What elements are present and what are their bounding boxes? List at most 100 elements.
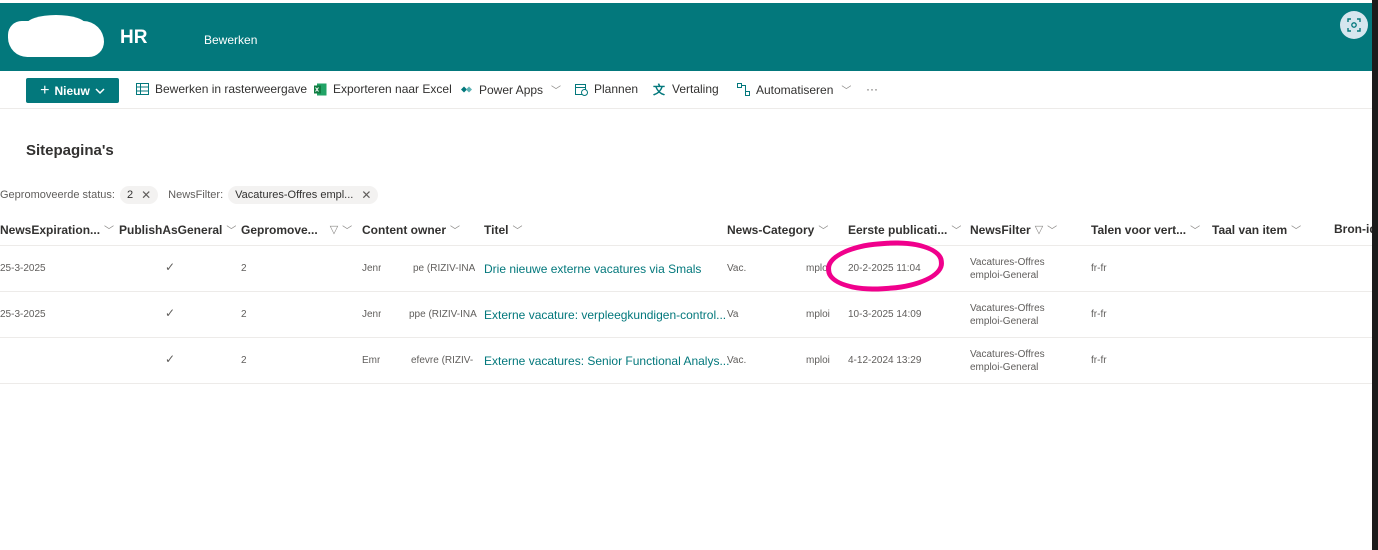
automate-label: Automatiseren (756, 82, 834, 97)
table-row[interactable]: 25-3-2025 ✓ 2 Jenr ppe (RIZIV-INA Extern… (0, 292, 1372, 338)
cell-promoted: 2 (241, 355, 247, 366)
column-header-title[interactable]: Titel ﹀ (484, 222, 523, 238)
cell-expiration: 25-3-2025 (0, 263, 46, 274)
cell-title-link[interactable]: Externe vacature: verpleegkundigen-contr… (484, 308, 726, 322)
cell-newsfilter: Vacatures-Offres emploi-General (970, 349, 1045, 373)
column-header-source-id[interactable]: Bron-id (1334, 222, 1372, 236)
column-header-promoted[interactable]: Gepromove... ▽ ﹀ (241, 222, 353, 238)
checkmark-icon: ✓ (165, 260, 176, 274)
edit-link[interactable]: Bewerken (204, 33, 257, 47)
export-excel-label: Exporteren naar Excel (333, 82, 452, 96)
cell-languages: fr-fr (1091, 263, 1107, 274)
site-header: HR Bewerken (0, 3, 1372, 71)
new-button[interactable]: + Nieuw (26, 78, 119, 103)
checkmark-icon: ✓ (165, 352, 176, 366)
active-filters: Gepromoveerde status: 2 ✕ NewsFilter: Va… (0, 184, 388, 206)
focus-icon (1347, 18, 1361, 32)
cell-category-a: Vac. (727, 263, 747, 274)
plus-icon: + (40, 81, 50, 99)
newsfilter-filter-label: NewsFilter: (168, 189, 224, 201)
grid-icon (135, 82, 149, 96)
cell-owner-b: efevre (RIZIV- (411, 355, 474, 366)
page-title: Sitepagina's (26, 142, 114, 159)
cell-languages: fr-fr (1091, 355, 1107, 366)
chevron-down-icon: ﹀ (818, 226, 829, 237)
cell-owner-b: ppe (RIZIV-INA (409, 309, 477, 320)
cell-title-link[interactable]: Drie nieuwe externe vacatures via Smals (484, 262, 701, 276)
column-header-newsfilter[interactable]: NewsFilter ▽ ﹀ (970, 222, 1058, 238)
cell-newsfilter: Vacatures-Offres emploi-General (970, 257, 1045, 281)
chevron-down-icon: ﹀ (450, 226, 460, 237)
planner-button[interactable]: Plannen (574, 82, 638, 96)
checkmark-icon: ✓ (165, 306, 176, 320)
command-bar: + Nieuw Bewerken in rasterweergave Expor… (0, 71, 1372, 109)
chevron-down-icon: ﹀ (104, 226, 115, 237)
filter-icon: ▽ (329, 224, 339, 236)
planner-icon (574, 82, 588, 96)
cell-newsfilter: Vacatures-Offres emploi-General (970, 303, 1045, 327)
cell-title-link[interactable]: Externe vacatures: Senior Functional Ana… (484, 354, 729, 368)
planner-label: Plannen (594, 82, 639, 96)
column-header-first-published[interactable]: Eerste publicati... ﹀ (848, 222, 962, 238)
chevron-down-icon: ﹀ (551, 86, 562, 97)
translation-button[interactable]: 文 Vertaling (652, 82, 719, 97)
column-header-publish-as-general[interactable]: PublishAsGeneral ﹀ (119, 222, 237, 238)
translate-icon: 文 (652, 82, 665, 97)
more-options-button[interactable]: ··· (866, 82, 878, 96)
cell-owner-a: Jenr (362, 263, 382, 274)
cell-languages: fr-fr (1091, 309, 1107, 320)
export-excel-button[interactable]: Exporteren naar Excel (313, 82, 452, 96)
column-header-content-owner[interactable]: Content owner ﹀ (362, 222, 460, 238)
newsfilter-filter-value: Vacatures-Offres empl... (235, 189, 354, 201)
close-icon[interactable]: ✕ (361, 188, 371, 202)
chevron-down-icon: ﹀ (1047, 226, 1058, 237)
cell-expiration: 25-3-2025 (0, 309, 46, 320)
chevron-down-icon: ﹀ (342, 226, 353, 237)
cell-first-published: 10-3-2025 14:09 (848, 309, 922, 320)
power-apps-icon (459, 83, 473, 97)
close-icon[interactable]: ✕ (141, 188, 151, 202)
redacted-logo (8, 15, 104, 57)
cell-category-b: mploi (806, 355, 830, 366)
edit-grid-label: Bewerken in rasterweergave (155, 82, 308, 96)
translation-label: Vertaling (672, 82, 719, 96)
table-row[interactable]: ✓ 2 Emr efevre (RIZIV- Externe vacatures… (0, 338, 1372, 384)
new-button-label: Nieuw (54, 83, 90, 98)
cell-owner-a: Jenr (362, 309, 382, 320)
cell-owner-a: Emr (362, 355, 381, 366)
cell-category-a: Vac. (727, 355, 747, 366)
column-header-news-category[interactable]: News-Category ﹀ (727, 222, 829, 238)
power-apps-button[interactable]: Power Apps ﹀ (459, 82, 561, 97)
chevron-down-icon: ﹀ (951, 226, 962, 237)
table-row[interactable]: 25-3-2025 ✓ 2 Jenr pe (RIZIV-INA Drie ni… (0, 246, 1372, 292)
focus-mode-button[interactable] (1340, 11, 1368, 39)
excel-icon (313, 82, 327, 96)
automate-button[interactable]: Automatiseren ﹀ (736, 82, 851, 97)
chevron-down-icon: ﹀ (512, 226, 523, 237)
edit-grid-button[interactable]: Bewerken in rasterweergave (135, 82, 307, 96)
cell-first-published: 4-12-2024 13:29 (848, 355, 922, 366)
site-title[interactable]: HR (120, 27, 147, 49)
list-header: NewsExpiration... ﹀ PublishAsGeneral ﹀ Gep… (0, 212, 1372, 246)
sharepoint-page: HR Bewerken + Nieuw Bewerken in rasterwe… (0, 0, 1372, 550)
promoted-filter-pill[interactable]: 2 ✕ (119, 186, 159, 204)
column-header-translation-languages[interactable]: Talen voor vert... ﹀ (1091, 222, 1201, 238)
cell-category-b: mploi (806, 309, 830, 320)
promoted-filter-value: 2 (126, 189, 134, 201)
flow-icon (736, 83, 750, 97)
power-apps-label: Power Apps (479, 82, 544, 97)
newsfilter-filter-pill[interactable]: Vacatures-Offres empl... ✕ (228, 186, 379, 204)
filter-icon: ▽ (1034, 224, 1044, 236)
window-right-edge (1372, 72, 1378, 550)
cell-category-a: Va (727, 309, 739, 320)
chevron-down-icon: ﹀ (841, 86, 852, 97)
promoted-filter-label: Gepromoveerde status: (0, 189, 115, 201)
chevron-down-icon: ﹀ (1291, 226, 1302, 237)
cell-promoted: 2 (241, 263, 247, 274)
chevron-down-icon (95, 87, 105, 94)
chevron-down-icon: ﹀ (1190, 226, 1201, 237)
column-header-item-language[interactable]: Taal van item ﹀ (1212, 222, 1302, 238)
chevron-down-icon: ﹀ (226, 226, 237, 237)
column-header-news-expiration[interactable]: NewsExpiration... ﹀ (0, 222, 115, 238)
cell-promoted: 2 (241, 309, 247, 320)
